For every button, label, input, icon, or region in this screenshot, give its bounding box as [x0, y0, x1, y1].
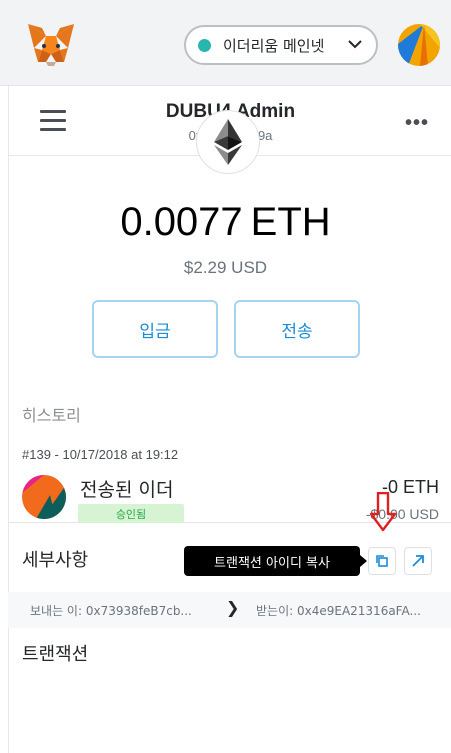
view-on-etherscan-button[interactable]	[404, 547, 432, 575]
to-address[interactable]: 받는이: 0x4e9EA21316aFA...	[256, 602, 421, 619]
network-status-dot	[198, 38, 211, 52]
top-bar: 이더리움 메인넷	[0, 0, 451, 86]
arrow-right-icon: ❯	[226, 598, 240, 617]
copy-icon	[376, 555, 388, 567]
balance-display: 0.0077 ETH	[0, 200, 451, 245]
deposit-button[interactable]: 입금	[92, 300, 218, 358]
more-options-icon[interactable]: •••	[405, 112, 429, 135]
balance-amount: 0.0077	[120, 200, 243, 244]
metamask-fox-logo[interactable]	[26, 22, 76, 68]
balance-fiat: $2.29 USD	[183, 258, 268, 277]
send-button[interactable]: 전송	[234, 300, 360, 358]
details-heading: 세부사항	[22, 550, 89, 571]
from-address[interactable]: 보내는 이: 0x73938feB7cb...	[30, 602, 192, 619]
transaction-title[interactable]: 전송된 이더	[80, 475, 173, 502]
copy-tx-id-button[interactable]	[368, 547, 396, 575]
red-annotation-arrow	[370, 492, 396, 532]
external-link-icon	[412, 555, 424, 567]
copy-tx-id-tooltip: 트랜잭션 아이디 복사	[184, 546, 367, 576]
transaction-section-heading: 트랜잭션	[22, 644, 89, 665]
transaction-status-badge: 승인됨	[78, 504, 184, 523]
ethereum-logo-icon	[196, 110, 260, 174]
chevron-down-icon	[348, 40, 362, 49]
network-selector[interactable]: 이더리움 메인넷	[184, 25, 378, 65]
history-heading: 히스토리	[22, 406, 81, 425]
network-label: 이더리움 메인넷	[223, 36, 325, 55]
transaction-meta: #139 - 10/17/2018 at 19:12	[22, 447, 179, 462]
account-avatar[interactable]	[398, 24, 440, 66]
from-to-row: 보내는 이: 0x73938feB7cb... ❯ 받는이: 0x4e9EA21…	[8, 592, 451, 628]
transaction-identicon	[22, 475, 66, 519]
balance-currency: ETH	[250, 200, 331, 244]
